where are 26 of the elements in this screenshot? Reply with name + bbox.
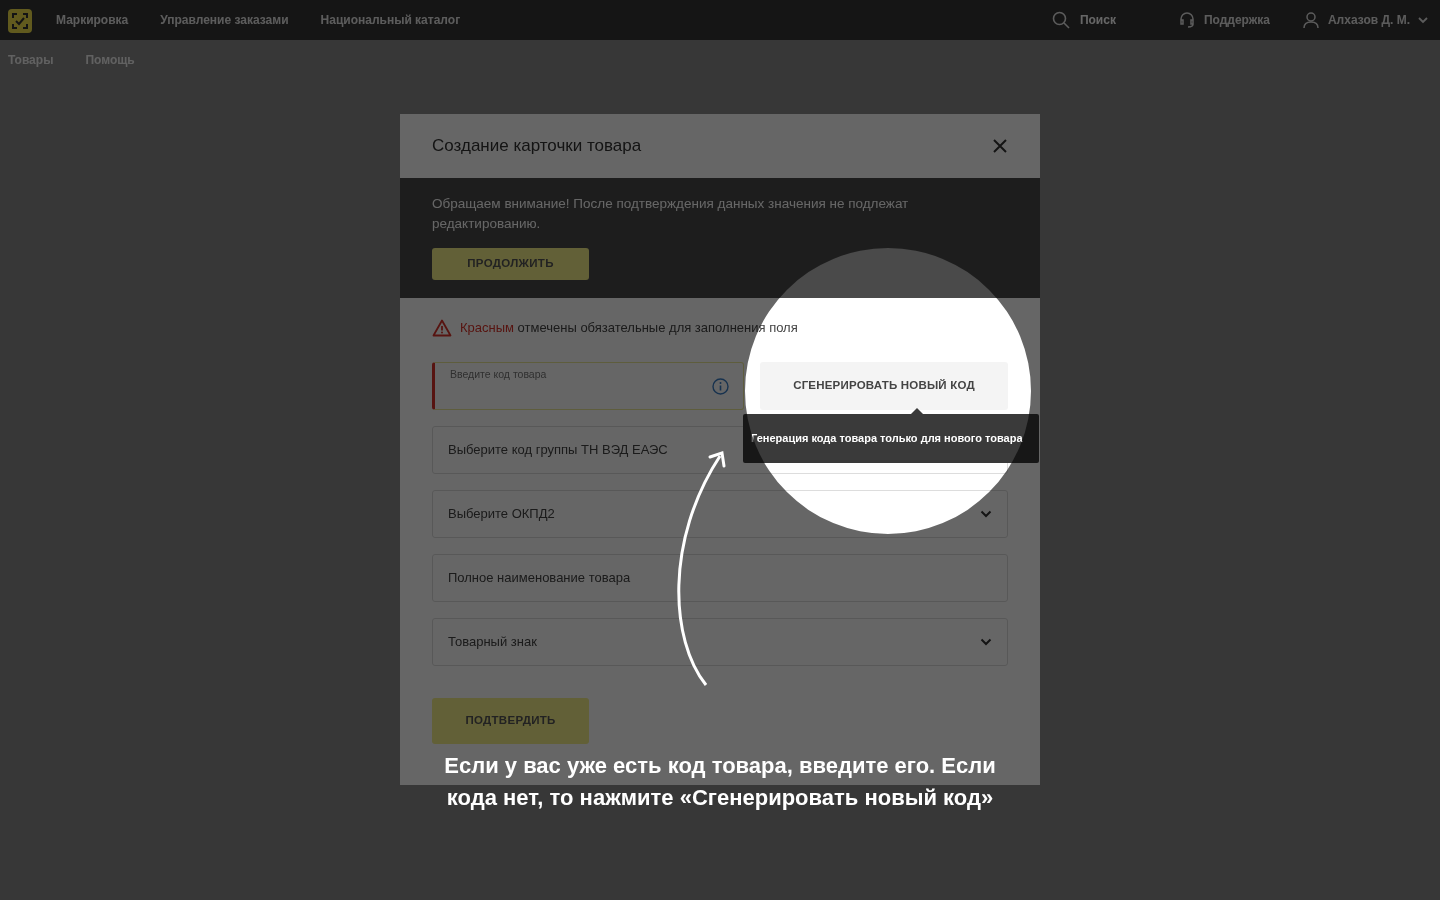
select-field[interactable]: Выберите ОКПД2	[432, 489, 1008, 538]
chevron-down-icon	[980, 509, 992, 518]
logo-icon[interactable]	[8, 8, 32, 32]
tooltip-pointer	[911, 407, 923, 414]
nav-link[interactable]: Управление заказами	[144, 11, 305, 29]
continue-button[interactable]: ПРОДОЛЖИТЬ	[432, 248, 589, 280]
headset-icon	[1177, 11, 1196, 29]
user-menu[interactable]: Алхазов Д. М.	[1285, 11, 1432, 29]
warning-icon	[432, 318, 452, 337]
input-field[interactable]: Полное наименование товара	[432, 553, 1008, 602]
search-icon[interactable]	[1051, 11, 1070, 29]
close-button[interactable]	[992, 138, 1008, 154]
user-icon	[1301, 11, 1320, 29]
search-field[interactable]: Поиск	[1077, 10, 1138, 30]
select-field[interactable]: Товарный знак	[432, 617, 1008, 666]
generate-code-button[interactable]: СГЕНЕРИРОВАТЬ НОВЫЙ КОД	[760, 361, 1008, 410]
confirm-button[interactable]: ПОДТВЕРДИТЬ	[432, 697, 589, 744]
tutorial-caption: Если у вас уже есть код товара, введите его. Если кода нет, то нажмите «Сгенерировать новый код»	[443, 752, 997, 812]
nav-link[interactable]: Маркировка	[40, 11, 145, 29]
chevron-down-icon	[1418, 16, 1428, 24]
support-link[interactable]: Поддержка	[1161, 11, 1286, 29]
notice-text: Обращаем внимание! После подтверждения данных значения не подлежат редактированию.	[432, 195, 910, 233]
info-icon[interactable]	[712, 377, 729, 395]
nav-link[interactable]: Национальный каталог	[304, 11, 477, 29]
modal-title: Создание карточки товара	[432, 135, 642, 157]
chevron-down-icon	[980, 637, 992, 646]
